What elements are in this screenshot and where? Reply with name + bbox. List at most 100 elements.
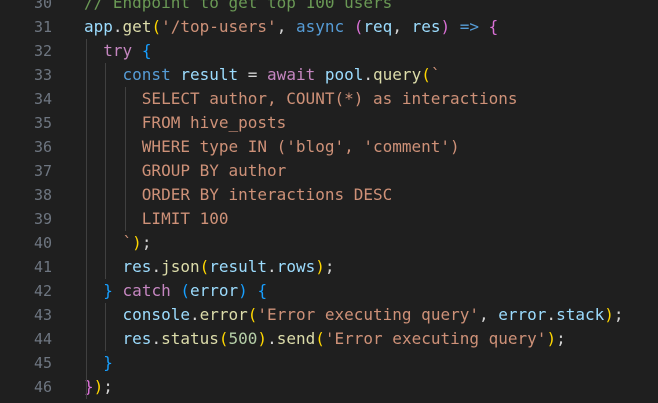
code-token: ` [122, 233, 133, 252]
code-text: `); [84, 231, 152, 255]
code-text: const result = await pool.query(` [84, 63, 441, 87]
code-token: ) [604, 305, 614, 324]
indent-guide [105, 63, 107, 279]
code-token: result [180, 65, 239, 84]
code-token: SELECT author, COUNT(*) as interactions [84, 89, 518, 108]
code-text: try { [84, 39, 151, 63]
code-line[interactable]: 45 } [0, 351, 658, 375]
code-text: res.json(result.rows); [84, 255, 335, 279]
indent-guide [124, 87, 126, 231]
line-number: 31 [33, 18, 52, 36]
code-line[interactable]: 37 GROUP BY author [0, 159, 658, 183]
code-token: ( [180, 281, 190, 300]
code-text: // Endpoint to get top 100 users [84, 0, 392, 15]
code-token: json [161, 257, 200, 276]
line-number: 34 [33, 90, 52, 108]
code-token: } [103, 281, 113, 300]
code-line[interactable]: 47 [0, 399, 658, 403]
code-line[interactable]: 35 FROM hive_posts [0, 111, 658, 135]
code-line[interactable]: 46}); [0, 375, 658, 399]
code-line[interactable]: 42 } catch (error) { [0, 279, 658, 303]
code-line[interactable]: 30 // Endpoint to get top 100 users [0, 0, 658, 15]
code-token: query [373, 65, 422, 84]
code-token: error [190, 281, 239, 300]
code-token: ; [103, 377, 113, 396]
code-text: console.error('Error executing query', e… [84, 303, 624, 327]
code-token: ( [199, 257, 210, 276]
code-token: . [151, 257, 162, 276]
code-token: ) [238, 281, 248, 300]
code-token: stack [556, 305, 605, 324]
code-text: GROUP BY author [84, 159, 287, 183]
code-token: app [84, 17, 113, 36]
code-line[interactable]: 33 const result = await pool.query(` [0, 63, 658, 87]
code-token: ) [93, 377, 104, 396]
code-editor[interactable]: 30 // Endpoint to get top 100 users 31 app.… [0, 0, 658, 403]
code-token: 'Error executing query' [257, 305, 479, 324]
code-text: } catch (error) { [84, 279, 267, 303]
code-token: ( [218, 329, 229, 348]
line-number: 36 [33, 138, 52, 156]
code-token: ORDER BY interactions DESC [84, 185, 393, 204]
code-line[interactable]: 31 app.get('/top-users', async (req, res)… [0, 15, 658, 39]
code-line[interactable]: 43 console.error('Error executing query'… [0, 303, 658, 327]
code-token: , [392, 17, 412, 36]
line-number: 46 [33, 378, 52, 396]
code-token: , [478, 305, 499, 324]
code-line[interactable]: 44 res.status(500).send('Error executing… [0, 327, 658, 351]
code-token: ( [247, 305, 258, 324]
code-text: WHERE type IN ('blog', 'comment') [84, 135, 460, 159]
line-number: 41 [33, 258, 52, 276]
code-token: ( [315, 329, 325, 348]
code-token: get [122, 17, 152, 36]
code-token: GROUP BY author [84, 161, 287, 180]
code-token: ) [440, 17, 451, 36]
code-token: send [276, 329, 316, 348]
code-token: . [189, 305, 200, 324]
code-token: ; [141, 233, 152, 252]
line-number: 43 [33, 306, 52, 324]
code-token: ( [421, 65, 431, 84]
code-token: { [488, 17, 499, 36]
code-token: error [498, 305, 547, 324]
code-token: res [411, 17, 441, 36]
line-number: 40 [33, 234, 52, 252]
code-line[interactable]: 34 SELECT author, COUNT(*) as interactio… [0, 87, 658, 111]
code-token: req [363, 17, 393, 36]
code-token: ) [257, 329, 268, 348]
code-token: ( [353, 17, 364, 36]
code-line[interactable]: 40 `); [0, 231, 658, 255]
code-token: ) [132, 233, 142, 252]
code-token: ; [324, 257, 335, 276]
code-line[interactable]: 39 LIMIT 100 [0, 207, 658, 231]
indent-guide [86, 39, 87, 399]
code-line[interactable]: 38 ORDER BY interactions DESC [0, 183, 658, 207]
code-token: catch [122, 281, 171, 300]
code-line[interactable]: 41 res.json(result.rows); [0, 255, 658, 279]
code-token: . [112, 17, 123, 36]
code-token: error [199, 305, 248, 324]
code-line[interactable]: 36 WHERE type IN ('blog', 'comment') [0, 135, 658, 159]
line-number: 47 [0, 399, 52, 403]
code-text: SELECT author, COUNT(*) as interactions [84, 87, 518, 111]
code-token: ; [556, 329, 566, 348]
line-number: 30 [33, 0, 52, 12]
line-number: 35 [33, 114, 52, 132]
code-token: = [238, 65, 268, 84]
code-token: async [295, 17, 345, 36]
code-text: ORDER BY interactions DESC [84, 183, 392, 207]
code-token: . [151, 329, 162, 348]
code-token: } [103, 353, 113, 372]
code-token: await [267, 65, 316, 84]
code-text: res.status(500).send('Error executing qu… [84, 327, 566, 351]
code-line[interactable]: 32 try { [0, 39, 658, 63]
code-token: . [546, 305, 557, 324]
